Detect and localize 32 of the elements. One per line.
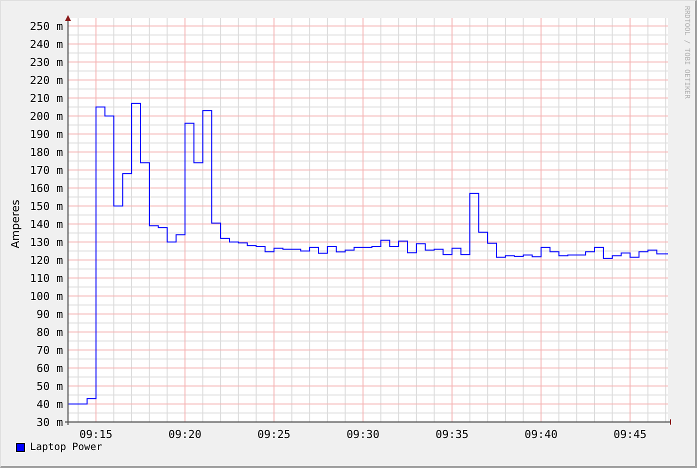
y-tick-label: 90 m (36, 308, 63, 321)
y-tick-label: 170 m (30, 164, 63, 177)
y-tick-label: 180 m (30, 146, 63, 159)
y-tick-label: 230 m (30, 56, 63, 69)
y-tick-label: 120 m (30, 254, 63, 267)
y-tick-label: 210 m (30, 92, 63, 105)
y-tick-label: 100 m (30, 290, 63, 303)
y-tick-label: 40 m (36, 398, 63, 411)
y-tick-label: 150 m (30, 200, 63, 213)
y-tick-label: 250 m (30, 20, 63, 33)
y-tick-label: 220 m (30, 74, 63, 87)
x-tick-label: 09:25 (257, 428, 291, 440)
y-tick-label: 130 m (30, 236, 63, 249)
x-tick-label: 09:30 (346, 428, 380, 440)
x-tick-label: 09:20 (168, 428, 202, 440)
y-tick-label: 50 m (36, 380, 63, 393)
y-tick-label: 240 m (30, 38, 63, 51)
y-tick-label: 60 m (36, 362, 63, 375)
y-tick-label: 110 m (30, 272, 63, 285)
y-tick-label: 200 m (30, 110, 63, 123)
y-tick-label: 80 m (36, 326, 63, 339)
x-tick-label: 09:45 (614, 428, 647, 440)
y-tick-label: 30 m (36, 416, 63, 429)
x-tick-label: 09:35 (435, 428, 469, 440)
y-tick-label: 70 m (36, 344, 63, 357)
y-axis-label: Amperes (9, 200, 22, 248)
x-tick-label: 09:15 (79, 428, 113, 440)
y-tick-label: 160 m (30, 182, 63, 195)
y-tick-label: 190 m (30, 128, 63, 141)
legend-label: Laptop Power (30, 442, 102, 453)
x-tick-label: 09:40 (524, 428, 558, 440)
y-tick-label: 140 m (30, 218, 63, 231)
